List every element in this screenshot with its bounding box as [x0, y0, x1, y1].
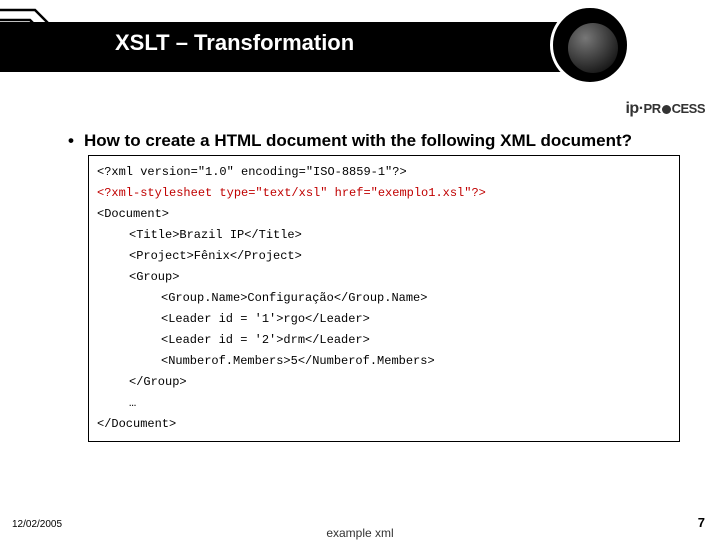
bullet-marker: • [68, 130, 74, 151]
code-line: <Document> [97, 204, 671, 225]
code-line: <?xml version="1.0" encoding="ISO-8859-1… [97, 162, 671, 183]
logo: ip·PRCESS [625, 100, 705, 118]
code-box: <?xml version="1.0" encoding="ISO-8859-1… [88, 155, 680, 442]
code-line: <Numberof.Members>5</Numberof.Members> [97, 351, 671, 372]
code-line-highlight: <?xml-stylesheet type="text/xsl" href="e… [97, 183, 671, 204]
code-line: <Title>Brazil IP</Title> [97, 225, 671, 246]
page-number: 7 [698, 515, 705, 530]
content-area: • How to create a HTML document with the… [60, 130, 680, 442]
code-line: </Group> [97, 372, 671, 393]
code-line: <Group.Name>Configuração</Group.Name> [97, 288, 671, 309]
code-line: <Leader id = '2'>drm</Leader> [97, 330, 671, 351]
header-circle [550, 5, 630, 85]
footer-date: 12/02/2005 [12, 519, 62, 530]
bullet-question: • How to create a HTML document with the… [60, 130, 680, 151]
code-line: <Project>Fênix</Project> [97, 246, 671, 267]
code-line: </Document> [97, 414, 671, 435]
code-line: … [97, 393, 671, 414]
slide-title: XSLT – Transformation [115, 30, 354, 56]
header-sphere [568, 23, 618, 73]
code-line: <Leader id = '1'>rgo</Leader> [97, 309, 671, 330]
footer-caption: example xml [326, 526, 393, 540]
question-text: How to create a HTML document with the f… [84, 130, 632, 151]
code-line: <Group> [97, 267, 671, 288]
